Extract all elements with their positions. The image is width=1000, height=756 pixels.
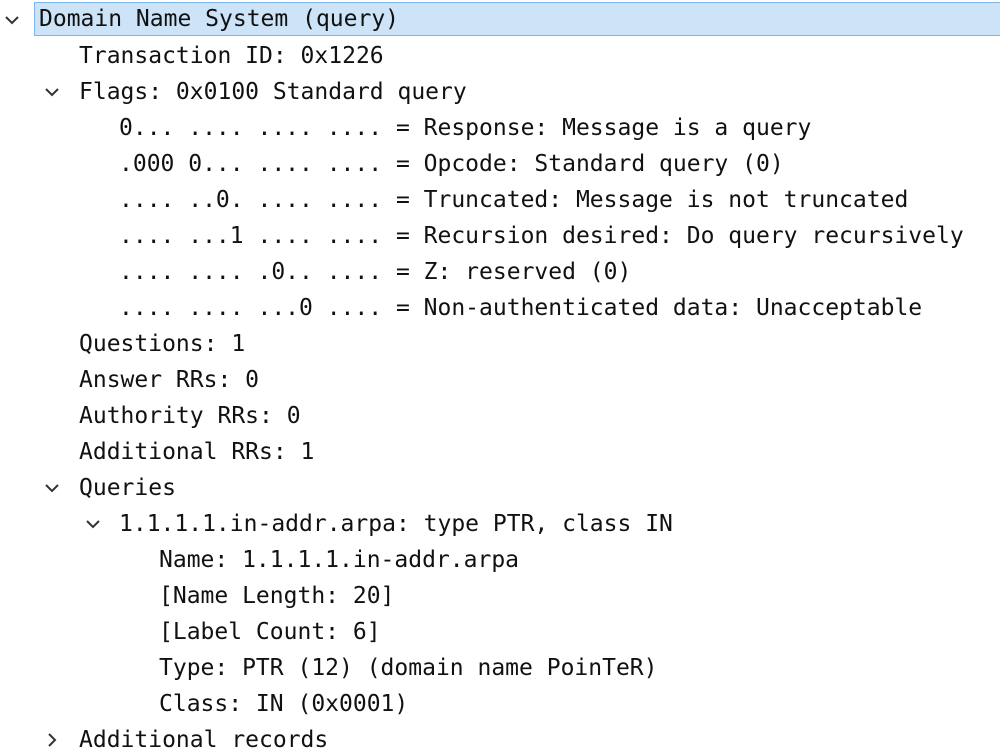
flag-non-auth-label: .... .... ...0 .... = Non-authenticated …: [119, 295, 923, 321]
query-label-count-label: [Label Count: 6]: [159, 619, 381, 645]
chevron-down-icon[interactable]: [83, 506, 103, 542]
tree-node-dns[interactable]: Domain Name System (query): [34, 2, 1000, 36]
additional-rrs-label: Additional RRs: 1: [79, 439, 315, 465]
transaction-id-label: Transaction ID: 0x1226: [79, 43, 384, 69]
flag-response-label: 0... .... .... .... = Response: Message …: [119, 115, 812, 141]
query-entry-label: 1.1.1.1.in-addr.arpa: type PTR, class IN: [119, 511, 673, 537]
packet-details-tree: Domain Name System (query) Transaction I…: [0, 0, 1000, 756]
tree-node-dns-label: Domain Name System (query): [39, 6, 400, 32]
flag-recursion-desired-label: .... ...1 .... .... = Recursion desired:…: [119, 223, 964, 249]
chevron-right-icon[interactable]: [42, 722, 62, 756]
query-name-length-label: [Name Length: 20]: [159, 583, 395, 609]
chevron-down-icon[interactable]: [2, 2, 22, 38]
answer-rrs-label: Answer RRs: 0: [79, 367, 260, 393]
query-name-label: Name: 1.1.1.1.in-addr.arpa: [159, 547, 520, 573]
chevron-down-icon[interactable]: [42, 470, 62, 506]
additional-records-label: Additional records: [79, 727, 329, 753]
chevron-down-icon[interactable]: [42, 74, 62, 110]
query-type-label: Type: PTR (12) (domain name PoinTeR): [159, 655, 658, 681]
flag-opcode-label: .000 0... .... .... = Opcode: Standard q…: [119, 151, 784, 177]
authority-rrs-label: Authority RRs: 0: [79, 403, 301, 429]
queries-label: Queries: [79, 475, 176, 501]
flag-truncated-label: .... ..0. .... .... = Truncated: Message…: [119, 187, 909, 213]
flags-label: Flags: 0x0100 Standard query: [79, 79, 467, 105]
questions-label: Questions: 1: [79, 331, 246, 357]
flag-z-label: .... .... .0.. .... = Z: reserved (0): [119, 259, 632, 285]
query-class-label: Class: IN (0x0001): [159, 691, 409, 717]
